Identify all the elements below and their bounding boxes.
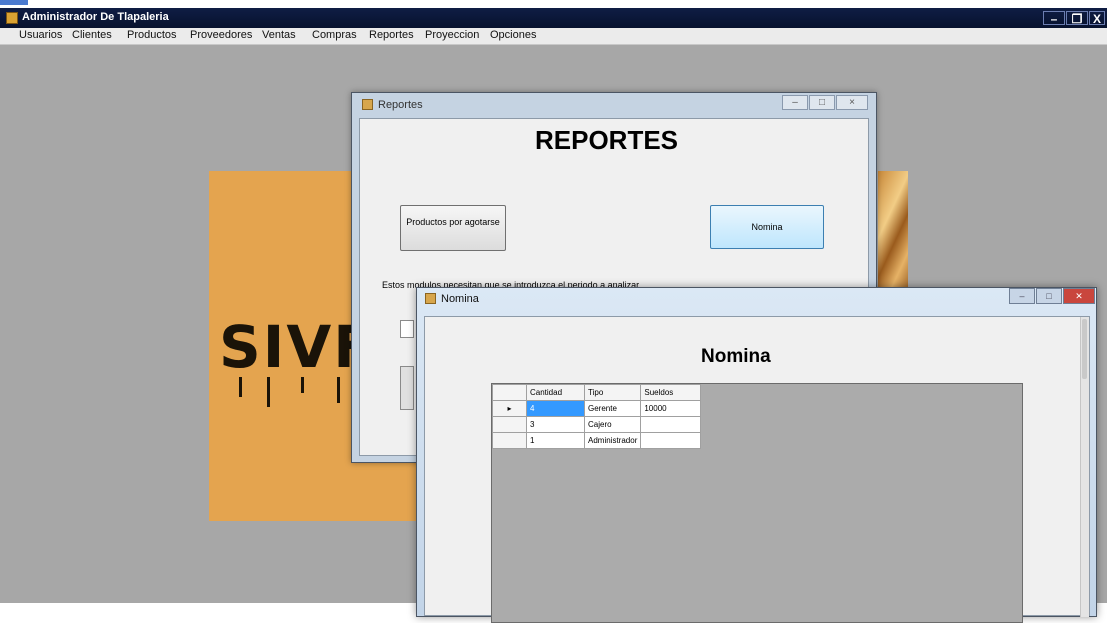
nomina-maximize-button[interactable]: □ (1036, 288, 1062, 304)
menu-clientes[interactable]: Clientes (72, 29, 112, 41)
menu-productos[interactable]: Productos (127, 29, 177, 41)
menu-reportes[interactable]: Reportes (369, 29, 414, 41)
logo-drip (337, 377, 340, 403)
table-row[interactable]: ▸ 4 Gerente 10000 (492, 400, 702, 417)
row-header[interactable] (492, 432, 527, 449)
nomina-data-grid[interactable]: Cantidad Tipo Sueldos ▸ 4 Gerente 10000 … (491, 383, 1023, 623)
menu-proveedores[interactable]: Proveedores (190, 29, 252, 41)
menu-compras[interactable]: Compras (312, 29, 357, 41)
maximize-button[interactable]: ❐ (1066, 11, 1088, 26)
reportes-minimize-button[interactable]: – (782, 95, 808, 110)
table-row[interactable]: 1 Administrador (492, 432, 702, 449)
row-header[interactable] (492, 416, 527, 433)
vertical-scrollbar[interactable] (1080, 317, 1089, 617)
column-header-tipo[interactable]: Tipo (583, 384, 642, 401)
nomina-minimize-button[interactable]: – (1009, 288, 1035, 304)
background-wood-image (878, 171, 908, 301)
menu-usuarios[interactable]: Usuarios (19, 29, 62, 41)
main-window-title: Administrador De Tlapaleria (22, 11, 169, 23)
window-icon (425, 293, 436, 304)
logo-drip (267, 377, 270, 407)
top-strip (0, 0, 1107, 8)
logo-drip (301, 377, 304, 393)
nomina-window-title: Nomina (441, 293, 479, 305)
period-button[interactable] (400, 366, 414, 410)
grid-cell-cantidad[interactable]: 3 (526, 416, 585, 433)
nomina-heading: Nomina (701, 346, 771, 367)
grid-cell-tipo[interactable]: Cajero (583, 416, 642, 433)
nomina-client-area: Nomina Cantidad Tipo Sueldos ▸ 4 Gerente… (424, 316, 1090, 623)
grid-cell-cantidad[interactable]: 4 (526, 400, 585, 417)
reportes-title-bar[interactable]: Reportes – □ × (352, 93, 876, 117)
menu-bar: Usuarios Clientes Productos Proveedores … (0, 28, 1107, 45)
menu-opciones[interactable]: Opciones (490, 29, 536, 41)
reportes-window-title: Reportes (378, 99, 423, 111)
nomina-window: Nomina – □ ✕ Nomina Cantidad Tipo Sueldo… (416, 287, 1097, 623)
menu-ventas[interactable]: Ventas (262, 29, 296, 41)
reportes-heading: REPORTES (535, 125, 679, 155)
close-button[interactable]: X (1089, 11, 1105, 26)
column-header-sueldos[interactable]: Sueldos (640, 384, 702, 401)
logo-drip (239, 377, 242, 397)
row-header-current-icon[interactable]: ▸ (492, 400, 527, 417)
grid-cell-sueldos[interactable] (640, 416, 702, 433)
app-icon (6, 12, 18, 24)
grid-cell-sueldos[interactable] (640, 432, 702, 449)
nomina-close-button[interactable]: ✕ (1063, 288, 1095, 304)
period-input[interactable] (400, 320, 414, 338)
reportes-close-button[interactable]: × (836, 95, 868, 110)
main-title-bar: Administrador De Tlapaleria – ❐ X (0, 8, 1107, 28)
grid-cell-sueldos[interactable]: 10000 (640, 400, 702, 417)
minimize-button[interactable]: – (1043, 11, 1065, 26)
grid-cell-cantidad[interactable]: 1 (526, 432, 585, 449)
productos-por-agotarse-button[interactable]: Productos por agotarse (400, 205, 506, 251)
table-row[interactable]: 3 Cajero (492, 416, 702, 433)
column-header-cantidad[interactable]: Cantidad (526, 384, 585, 401)
grid-corner-cell[interactable] (492, 384, 527, 401)
grid-cell-tipo[interactable]: Administrador (583, 432, 642, 449)
window-icon (362, 99, 373, 110)
menu-proyeccion[interactable]: Proyeccion (425, 29, 479, 41)
scrollbar-thumb[interactable] (1082, 319, 1087, 379)
nomina-button[interactable]: Nomina (710, 205, 824, 249)
top-strip-mark (0, 0, 28, 5)
reportes-maximize-button[interactable]: □ (809, 95, 835, 110)
grid-cell-tipo[interactable]: Gerente (583, 400, 642, 417)
grid-header-row: Cantidad Tipo Sueldos (492, 384, 702, 401)
